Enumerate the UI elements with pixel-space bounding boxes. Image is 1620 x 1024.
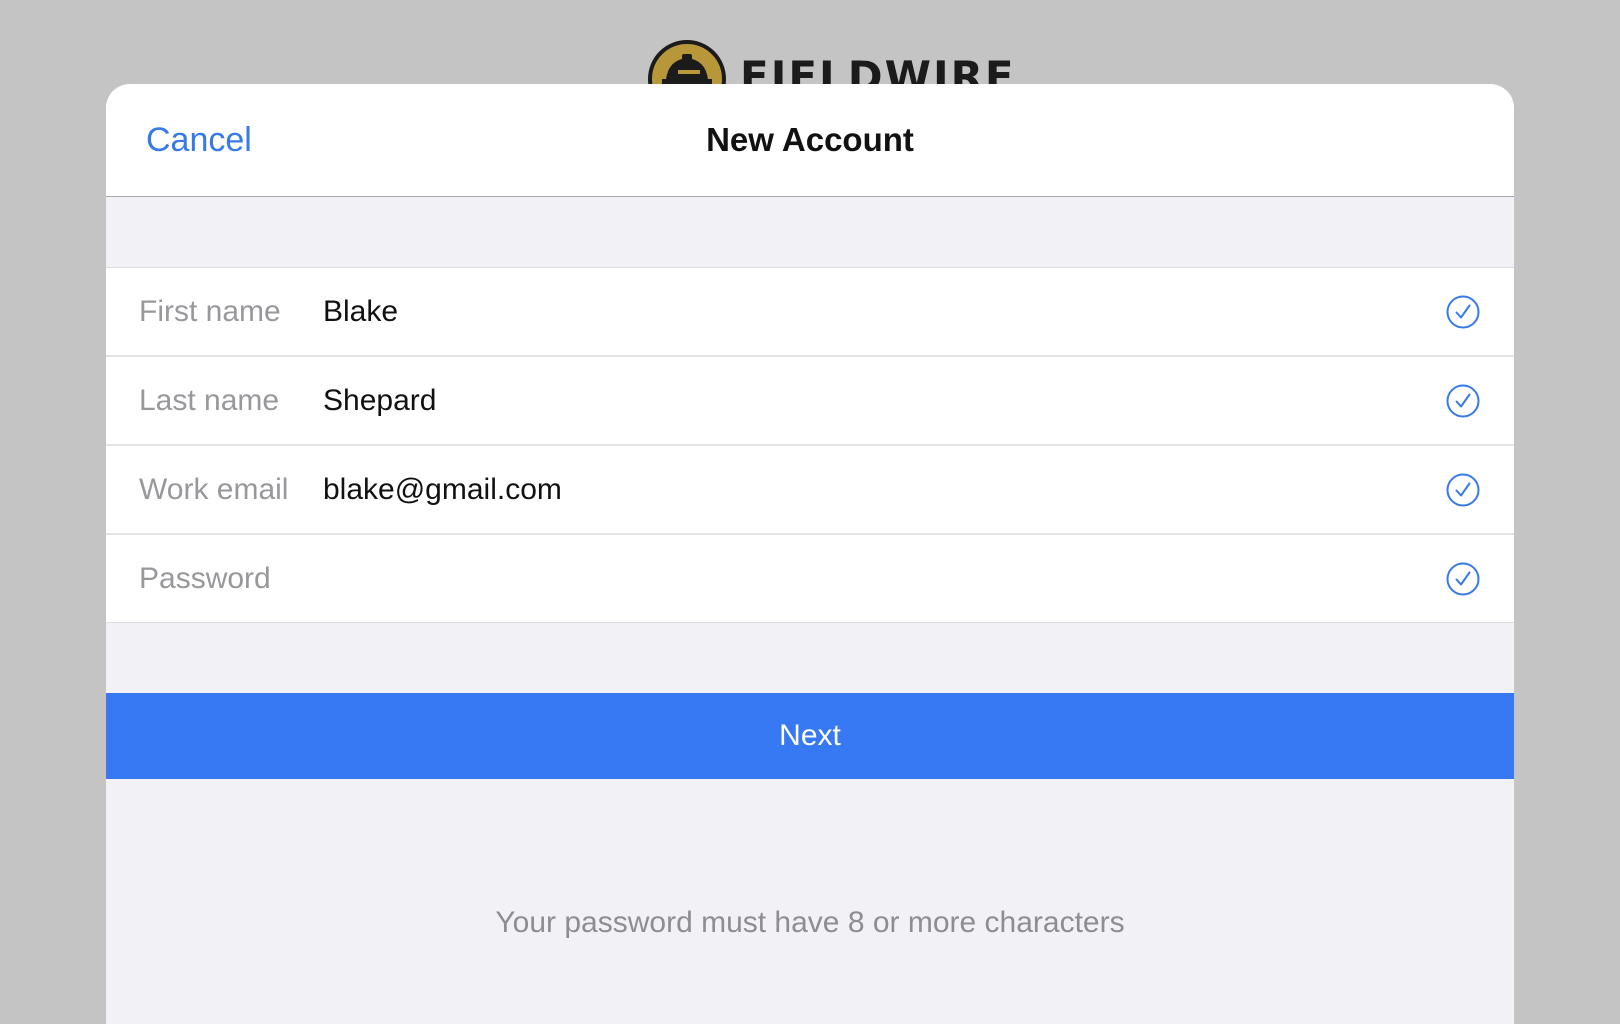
password-row[interactable]: Password bbox=[106, 533, 1514, 622]
account-form: First name Blake Last name Shepard Work … bbox=[106, 267, 1514, 623]
last-name-label: Last name bbox=[139, 383, 280, 417]
page-title: New Account bbox=[706, 121, 914, 158]
brand-header: FIELDWIRE bbox=[648, 40, 1016, 84]
new-account-sheet: Cancel New Account First name Blake Last… bbox=[106, 84, 1514, 1024]
work-email-label: Work email bbox=[139, 472, 289, 506]
last-name-field[interactable]: Shepard bbox=[323, 384, 1446, 418]
password-label: Password bbox=[139, 561, 271, 595]
hardhat-logo-icon bbox=[648, 40, 726, 84]
first-name-field[interactable]: Blake bbox=[323, 295, 1446, 329]
checkmark-circle-icon bbox=[1446, 295, 1480, 328]
navigation-bar: Cancel New Account bbox=[106, 84, 1514, 197]
first-name-label: First name bbox=[139, 294, 281, 328]
work-email-field[interactable]: blake@gmail.com bbox=[323, 473, 1446, 507]
brand-wordmark: FIELDWIRE bbox=[740, 52, 1016, 85]
checkmark-circle-icon bbox=[1446, 562, 1480, 595]
checkmark-circle-icon bbox=[1446, 473, 1480, 506]
cancel-button[interactable]: Cancel bbox=[146, 84, 252, 196]
password-hint: Your password must have 8 or more charac… bbox=[495, 906, 1125, 939]
work-email-row[interactable]: Work email blake@gmail.com bbox=[106, 444, 1514, 533]
next-button[interactable]: Next bbox=[106, 693, 1514, 779]
last-name-row[interactable]: Last name Shepard bbox=[106, 355, 1514, 444]
checkmark-circle-icon bbox=[1446, 384, 1480, 417]
first-name-row[interactable]: First name Blake bbox=[106, 268, 1514, 355]
